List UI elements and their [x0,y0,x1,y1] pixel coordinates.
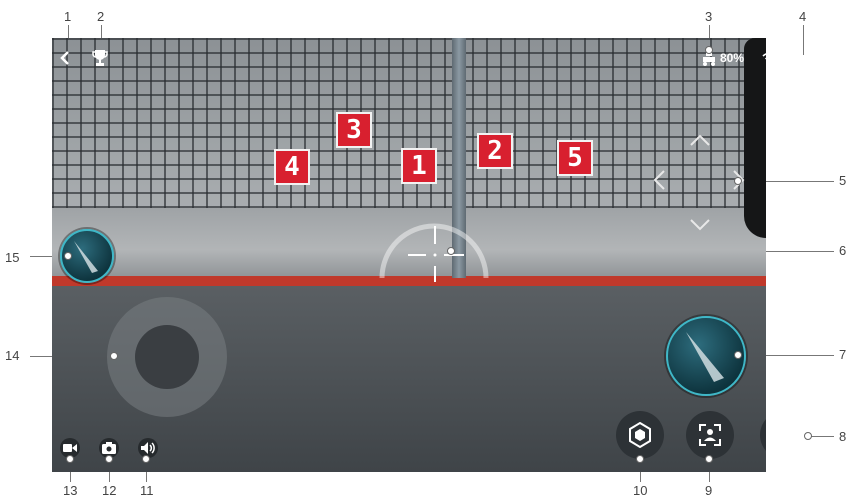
callout-dot-9 [705,455,713,463]
callout-dot-3 [705,46,713,54]
chevron-left-icon[interactable] [59,50,71,69]
callout-14: 14 [5,348,20,363]
joystick-knob[interactable] [135,325,199,389]
crosshair-icon [374,196,494,286]
callout-dot-15 [64,252,72,260]
gimbal-left-icon[interactable] [652,169,666,197]
callout-dot-11 [142,455,150,463]
gimbal-down-icon[interactable] [689,213,711,238]
callout-13: 13 [63,483,78,498]
recognition-button[interactable] [686,411,734,459]
callout-12: 12 [102,483,117,498]
callout-dot-6 [447,247,455,255]
video-camera-icon [63,444,77,452]
person-frame-icon [699,424,721,446]
leader-4 [803,25,804,55]
callout-dot-13 [66,455,74,463]
callout-dot-7 [734,351,742,359]
callout-4: 4 [799,9,807,24]
cube-icon [629,422,651,448]
callout-11: 11 [140,483,154,498]
speaker-icon [141,442,155,454]
marker-1: 1 [401,148,437,184]
wifi-icon [762,51,766,68]
callout-dot-14 [110,352,118,360]
callout-1: 1 [64,9,72,24]
battery-level: 80% [720,51,745,65]
callout-10: 10 [633,483,648,498]
callout-dot-8 [804,432,812,440]
callout-3: 3 [705,9,713,24]
marker-5: 5 [557,140,593,176]
callout-8: 8 [839,429,847,444]
camera-view: 4 3 1 2 5 80% [52,38,766,472]
marker-2: 2 [477,133,513,169]
callout-15: 15 [5,250,20,265]
callout-dot-5 [734,177,742,185]
camera-icon [102,442,116,454]
trophy-icon[interactable] [92,49,108,70]
callout-7: 7 [839,347,847,362]
gimbal-up-icon[interactable] [689,128,711,153]
joystick[interactable] [107,297,227,417]
mode-button[interactable] [616,411,664,459]
callout-9: 9 [705,483,713,498]
callout-5: 5 [839,173,847,188]
marker-4: 4 [274,149,310,185]
callout-dot-12 [105,455,113,463]
callout-6: 6 [839,243,847,258]
callout-dot-10 [636,455,644,463]
marker-3: 3 [336,112,372,148]
dark-object [744,38,766,238]
callout-2: 2 [97,9,105,24]
